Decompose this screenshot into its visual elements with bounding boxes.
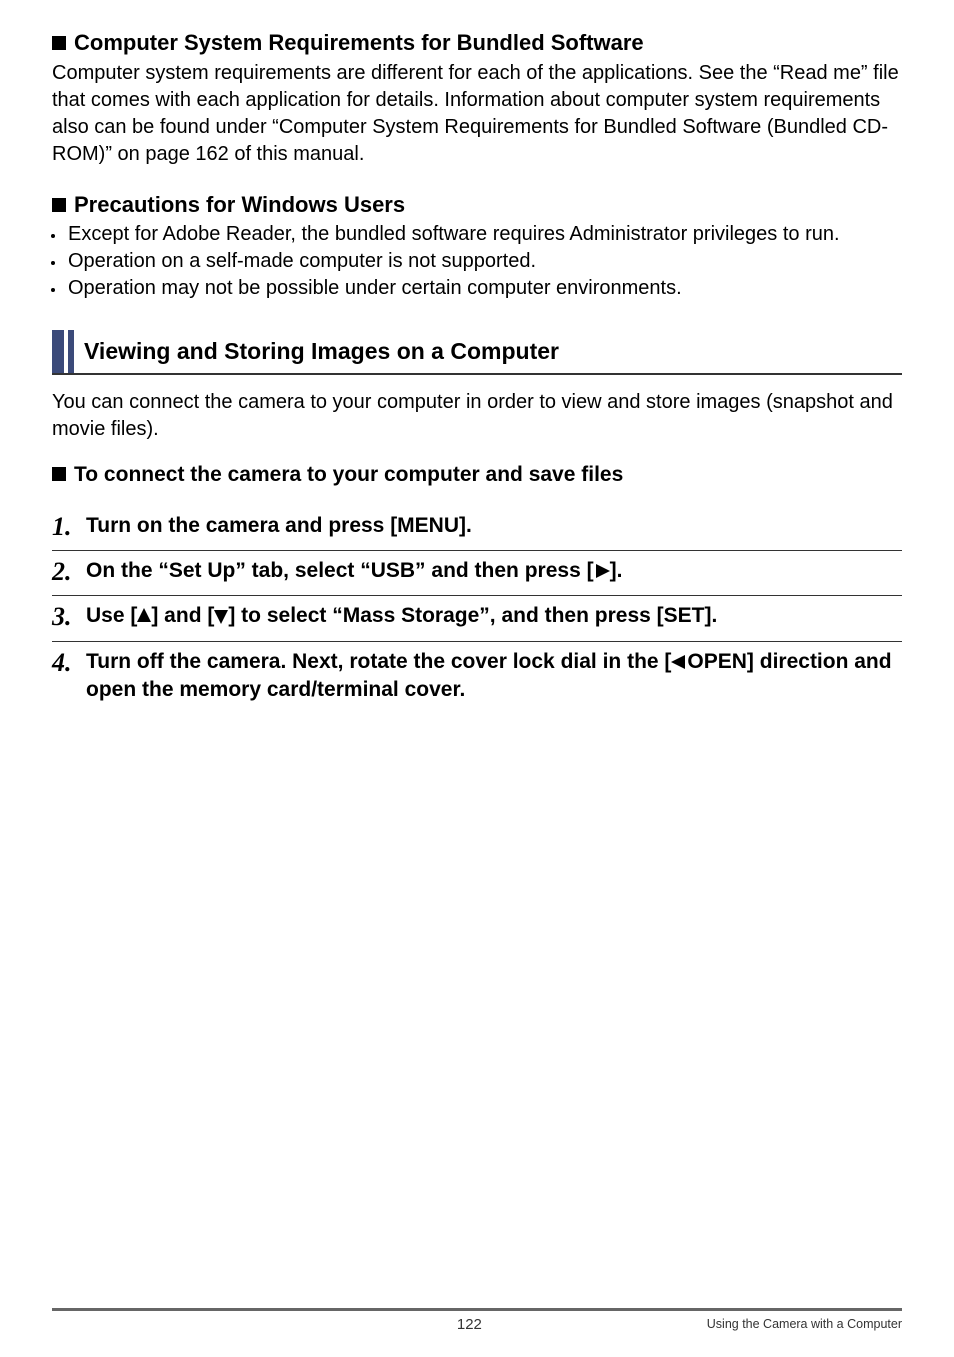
arrow-down-icon (214, 608, 228, 624)
step-text-part: ]. (610, 559, 623, 582)
steps: 1. Turn on the camera and press [MENU]. … (52, 506, 902, 715)
step-text-part: ] and [ (151, 604, 214, 627)
footer-row: 122 Using the Camera with a Computer (52, 1315, 902, 1335)
heading-text: To connect the camera to your computer a… (74, 463, 623, 486)
step-text-part: Use [ (86, 604, 137, 627)
step-text: On the “Set Up” tab, select “USB” and th… (86, 557, 622, 585)
list-item: Except for Adobe Reader, the bundled sof… (66, 221, 902, 248)
step-text-part: ] to select “Mass Storage”, and then pre… (228, 604, 717, 627)
page-number: 122 (232, 1315, 707, 1335)
footer-chapter: Using the Camera with a Computer (707, 1316, 902, 1333)
footer-divider (52, 1308, 902, 1311)
arrow-up-icon (137, 608, 151, 624)
subhead-text: Viewing and Storing Images on a Computer (84, 330, 559, 373)
square-icon (52, 198, 66, 212)
page-footer: 122 Using the Camera with a Computer (0, 1308, 954, 1335)
step-row: 3. Use [ ] and [ ] to select “Mass Storage… (52, 595, 902, 640)
page: Computer System Requirements for Bundled… (0, 0, 954, 1357)
arrow-left-icon (671, 655, 687, 669)
heading-text: Computer System Requirements for Bundled… (74, 30, 644, 55)
list-item: Operation on a self-made computer is not… (66, 248, 902, 275)
heading-connect: To connect the camera to your computer a… (52, 461, 902, 489)
step-row: 4. Turn off the camera. Next, rotate the… (52, 641, 902, 715)
step-number: 3. (52, 602, 86, 630)
subhead-accent-bar (68, 330, 74, 373)
square-icon (52, 467, 66, 481)
software-reqs-body: Computer system requirements are differe… (52, 60, 902, 168)
heading-text: Precautions for Windows Users (74, 192, 405, 217)
subhead-accent-bar (52, 330, 64, 373)
step-row: 2. On the “Set Up” tab, select “USB” and… (52, 550, 902, 595)
intro-text: You can connect the camera to your compu… (52, 389, 902, 443)
step-text: Use [ ] and [ ] to select “Mass Storage”, … (86, 602, 717, 630)
step-text-part: Turn off the camera. Next, rotate the co… (86, 650, 671, 673)
heading-software-reqs: Computer System Requirements for Bundled… (52, 28, 902, 58)
subhead-viewing: Viewing and Storing Images on a Computer (52, 330, 902, 375)
step-text: Turn off the camera. Next, rotate the co… (86, 648, 902, 705)
step-text-part: On the “Set Up” tab, select “USB” and th… (86, 559, 594, 582)
step-text: Turn on the camera and press [MENU]. (86, 512, 472, 540)
step-number: 2. (52, 557, 86, 585)
step-row: 1. Turn on the camera and press [MENU]. (52, 506, 902, 550)
step-number: 1. (52, 512, 86, 540)
arrow-right-icon (594, 564, 610, 578)
step-number: 4. (52, 648, 86, 676)
precautions-list: Except for Adobe Reader, the bundled sof… (52, 221, 902, 302)
heading-precautions: Precautions for Windows Users (52, 190, 902, 220)
list-item: Operation may not be possible under cert… (66, 275, 902, 302)
square-icon (52, 36, 66, 50)
